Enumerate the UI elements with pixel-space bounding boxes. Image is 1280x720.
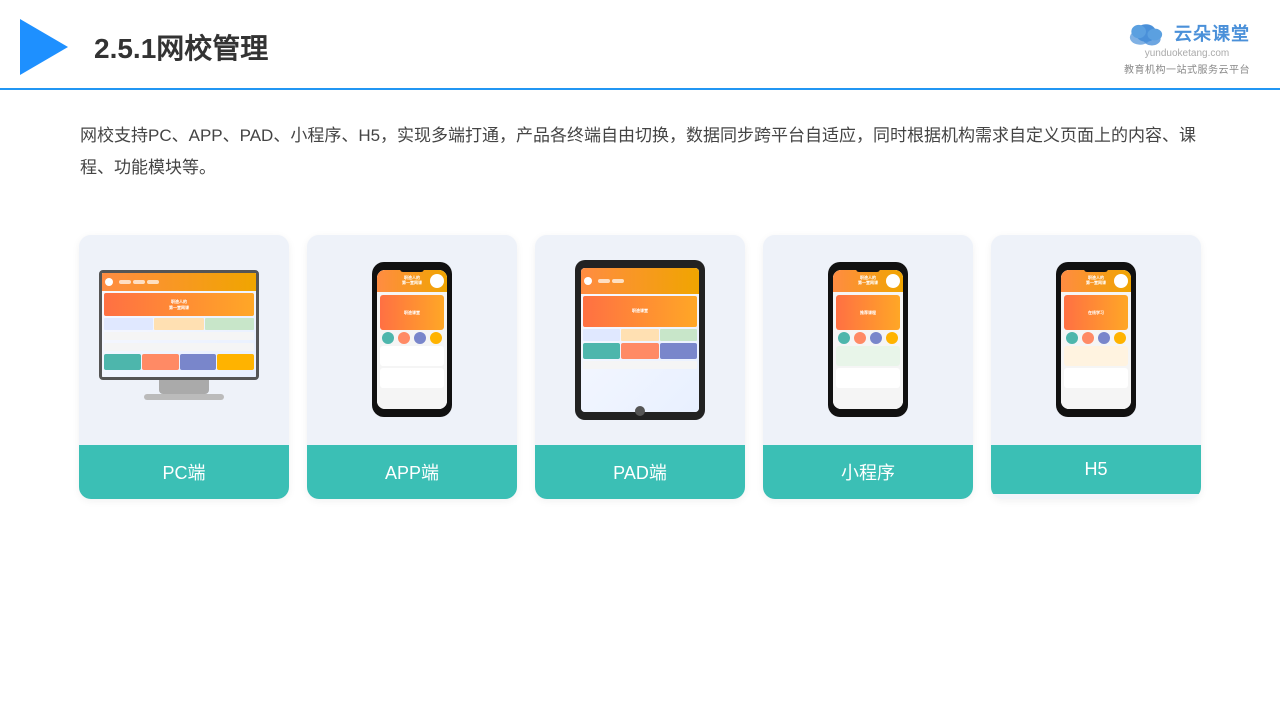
- description-text: 网校支持PC、APP、PAD、小程序、H5，实现多端打通，产品各终端自由切换，数…: [0, 90, 1280, 195]
- pc-card[interactable]: 职途人的第一堂网课: [79, 235, 289, 499]
- pad-card[interactable]: 职途课堂: [535, 235, 745, 499]
- miniprogram-image-area: 职途人的第一堂网课 推荐课程: [763, 235, 973, 445]
- pad-label: PAD端: [535, 445, 745, 499]
- cards-container: 职途人的第一堂网课: [0, 205, 1280, 519]
- logo-area: 云朵课堂 yunduoketang.com 教育机构一站式服务云平台: [1124, 18, 1250, 76]
- pad-image-area: 职途课堂: [535, 235, 745, 445]
- h5-phone-mockup: 职途人的第一堂网课 在线学习: [1056, 262, 1136, 417]
- miniprogram-card[interactable]: 职途人的第一堂网课 推荐课程: [763, 235, 973, 499]
- desktop-base: [144, 394, 224, 400]
- h5-card[interactable]: 职途人的第一堂网课 在线学习: [991, 235, 1201, 499]
- pc-image-area: 职途人的第一堂网课: [79, 235, 289, 445]
- logo-url: yunduoketang.com: [1145, 48, 1230, 59]
- play-icon: [20, 19, 68, 75]
- page-header: 2.5.1网校管理 云朵课堂 yunduoketang.com 教育机构一站式服…: [0, 0, 1280, 90]
- logo-cloud: 云朵课堂: [1124, 18, 1250, 48]
- header-left: 2.5.1网校管理: [20, 19, 268, 75]
- app-phone-mockup: 职途人的第一堂网课 职途课堂: [372, 262, 452, 417]
- cloud-icon: [1124, 18, 1168, 48]
- miniprogram-label: 小程序: [763, 445, 973, 499]
- pc-label: PC端: [79, 445, 289, 499]
- page-title: 2.5.1网校管理: [94, 27, 268, 67]
- logo-name: 云朵课堂: [1174, 20, 1250, 46]
- tablet-screen: 职途课堂: [581, 268, 699, 412]
- app-card[interactable]: 职途人的第一堂网课 职途课堂: [307, 235, 517, 499]
- tablet-mockup: 职途课堂: [575, 260, 705, 420]
- app-image-area: 职途人的第一堂网课 职途课堂: [307, 235, 517, 445]
- app-label: APP端: [307, 445, 517, 499]
- desktop-stand: [159, 380, 209, 394]
- logo-tagline: 教育机构一站式服务云平台: [1124, 61, 1250, 76]
- desktop-mockup: 职途人的第一堂网课: [99, 270, 269, 410]
- desktop-screen: 职途人的第一堂网课: [99, 270, 259, 380]
- h5-label: H5: [991, 445, 1201, 494]
- h5-image-area: 职途人的第一堂网课 在线学习: [991, 235, 1201, 445]
- miniprogram-phone-mockup: 职途人的第一堂网课 推荐课程: [828, 262, 908, 417]
